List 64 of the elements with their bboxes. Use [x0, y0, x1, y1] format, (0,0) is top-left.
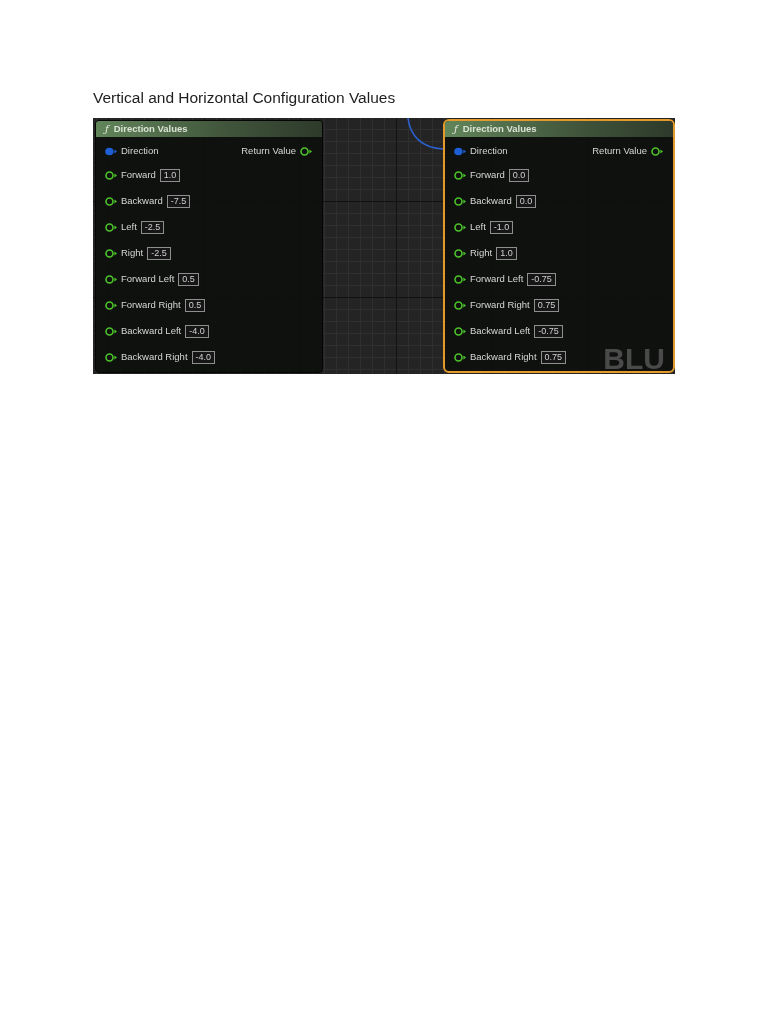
pin-icon[interactable] [454, 170, 466, 180]
pin-icon[interactable] [105, 196, 117, 206]
connection-wire [407, 118, 443, 150]
value-field[interactable]: -2.5 [140, 220, 165, 234]
pin-label: Direction [470, 146, 508, 156]
pin-label: Return Value [241, 146, 296, 156]
function-icon: ƒ [454, 124, 458, 134]
pin-icon[interactable] [105, 326, 117, 336]
node-title: Direction Values [113, 124, 188, 134]
pin-icon[interactable] [105, 274, 117, 284]
value-field[interactable]: 0.75 [540, 350, 567, 364]
connected-pin-icon[interactable] [105, 146, 117, 156]
pin-label: Return Value [592, 146, 647, 156]
graph-type-label: BLU [603, 344, 665, 374]
pin-icon[interactable] [651, 146, 663, 156]
pin-label: Right [121, 248, 144, 258]
pin-icon[interactable] [454, 196, 466, 206]
pin-label: Forward Left [470, 274, 524, 284]
value-field[interactable]: 0.75 [533, 298, 560, 312]
value-field[interactable]: 0.0 [515, 194, 537, 208]
pin-label: Forward [470, 170, 505, 180]
pin-icon[interactable] [454, 274, 466, 284]
pin-icon[interactable] [454, 300, 466, 310]
pin-icon[interactable] [105, 300, 117, 310]
pin-label: Backward Left [121, 326, 182, 336]
pin-icon[interactable] [454, 352, 466, 362]
value-field[interactable]: -2.5 [147, 246, 171, 260]
value-field[interactable]: -0.75 [527, 272, 556, 286]
pin-label: Right [470, 248, 493, 258]
connected-pin-icon[interactable] [454, 146, 466, 156]
pin-label: Backward Right [470, 352, 537, 362]
value-field[interactable]: 0.5 [178, 272, 199, 286]
pin-icon[interactable] [105, 222, 117, 232]
pin-label: Backward Right [121, 352, 188, 362]
pin-icon[interactable] [454, 326, 466, 336]
pin-icon[interactable] [300, 146, 312, 156]
pin-label: Direction [121, 146, 159, 156]
pin-icon[interactable] [105, 170, 117, 180]
function-node[interactable]: ƒ Direction Values Direction Return Value Forward 1.0 Backward -7.5 Left -2.5 Right -2.5 Forward Left 0.5 Forward Right 0.5 Backward Left -4.0 Backward Right -4.0 [95, 120, 323, 373]
value-field[interactable]: 0.5 [184, 298, 206, 312]
pin-icon[interactable] [105, 352, 117, 362]
function-icon: ƒ [105, 124, 109, 134]
pin-label: Backward Left [470, 326, 531, 336]
value-field[interactable]: 1.0 [496, 246, 517, 260]
pin-label: Forward Left [121, 274, 175, 284]
pin-label: Backward [470, 196, 512, 206]
value-field[interactable]: 0.0 [508, 168, 530, 182]
pin-icon[interactable] [105, 248, 117, 258]
value-field[interactable]: 1.0 [159, 168, 181, 182]
pin-label: Left [470, 222, 486, 232]
value-field[interactable]: -7.5 [166, 194, 191, 208]
value-field[interactable]: -4.0 [185, 324, 209, 338]
pin-label: Backward [121, 196, 163, 206]
pin-icon[interactable] [454, 248, 466, 258]
document-heading: Vertical and Horizontal Configuration Values [93, 88, 397, 108]
value-field[interactable]: -1.0 [489, 220, 514, 234]
node-title: Direction Values [462, 124, 537, 134]
pin-label: Forward Right [470, 300, 530, 310]
pin-label: Left [121, 222, 137, 232]
pin-label: Forward [121, 170, 156, 180]
value-field[interactable]: -0.75 [534, 324, 563, 338]
value-field[interactable]: -4.0 [191, 350, 216, 364]
pin-icon[interactable] [454, 222, 466, 232]
pin-label: Forward Right [121, 300, 181, 310]
